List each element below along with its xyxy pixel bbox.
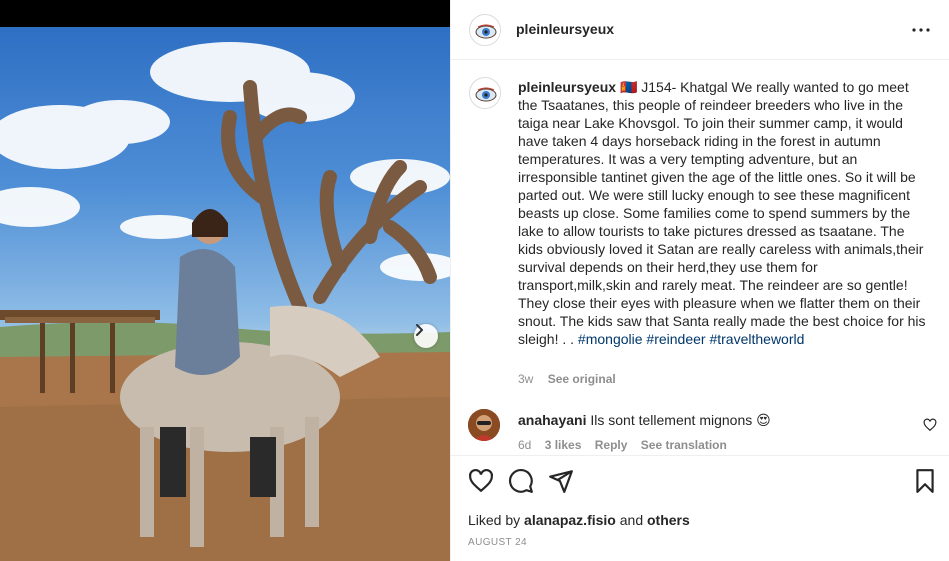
bookmark-icon[interactable] [912, 468, 938, 494]
liked-by-prefix: Liked by [468, 512, 521, 528]
comment-like-heart-icon[interactable] [923, 418, 937, 432]
top-black-bar [0, 0, 450, 27]
caption-meta: 3w See original [518, 372, 627, 386]
hashtag-mongolie[interactable]: #mongolie [578, 331, 643, 347]
commenter-avatar[interactable] [468, 409, 500, 441]
liked-by: Liked by alanapaz.fisio and others [468, 512, 690, 528]
comment-meta: 6d 3 likes Reply See translation [518, 438, 737, 452]
heart-icon[interactable] [468, 468, 494, 494]
liked-by-user[interactable]: alanapaz.fisio [524, 512, 616, 528]
photo-illustration [0, 42, 450, 561]
liked-by-others[interactable]: others [647, 512, 690, 528]
caption-text: J154- Khatgal We really wanted to go mee… [518, 79, 926, 347]
commenter-username[interactable]: anahayani [518, 412, 586, 428]
chevron-right-icon [416, 324, 423, 336]
post-caption: pleinleursyeux 🇲🇳 J154- Khatgal We reall… [518, 78, 928, 348]
more-options-button[interactable] [909, 20, 933, 40]
eye-logo-icon [471, 16, 500, 45]
comment: anahayani Ils sont tellement mignons 😍 [518, 411, 771, 429]
caption-avatar[interactable] [469, 77, 501, 109]
comment-likes[interactable]: 3 likes [545, 438, 582, 452]
reply-button[interactable]: Reply [595, 438, 628, 452]
caption-time: 3w [518, 372, 534, 386]
see-translation-link[interactable]: See translation [641, 438, 727, 452]
eye-logo-icon [471, 79, 500, 108]
more-dots-icon [912, 28, 930, 32]
hashtag-reindeer[interactable]: #reindeer [646, 331, 705, 347]
post-sidebar: pleinleursyeux pleinleursyeux 🇲🇳 J154- K… [450, 0, 949, 561]
author-username[interactable]: pleinleursyeux [516, 21, 614, 37]
hashtag-traveltheworld[interactable]: #traveltheworld [709, 331, 804, 347]
comment-time: 6d [518, 438, 532, 452]
next-image-button[interactable] [414, 324, 438, 348]
post-date[interactable]: AUGUST 24 [468, 537, 527, 548]
mongolia-flag: 🇲🇳 [619, 79, 638, 95]
caption-username[interactable]: pleinleursyeux [518, 79, 616, 95]
comment-icon[interactable] [508, 468, 534, 494]
comment-text: Ils sont tellement mignons 😍 [590, 412, 771, 428]
liked-by-and: and [619, 512, 644, 528]
post-header: pleinleursyeux [451, 0, 949, 60]
see-original-link[interactable]: See original [548, 372, 616, 386]
post-actions: Liked by alanapaz.fisio and others AUGUS… [451, 455, 949, 561]
post-photo[interactable] [0, 27, 450, 561]
share-icon[interactable] [548, 468, 574, 494]
profile-photo-icon [468, 409, 500, 441]
author-avatar[interactable] [469, 14, 501, 46]
